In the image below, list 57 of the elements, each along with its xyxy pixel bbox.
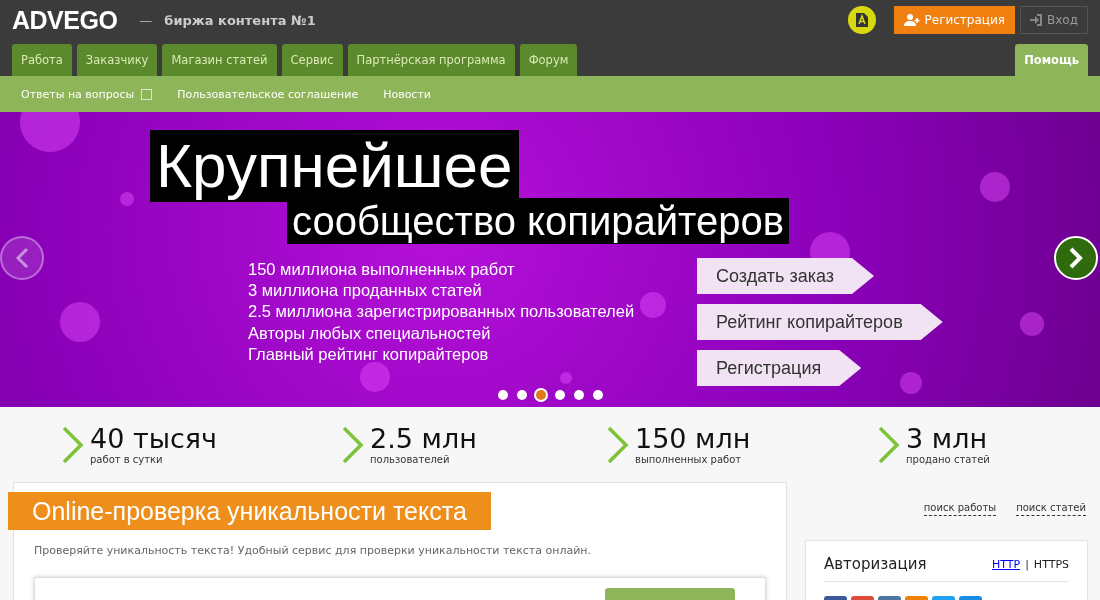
auth-title: Авторизация xyxy=(824,555,928,573)
dash: — xyxy=(139,12,153,28)
slide-dot[interactable] xyxy=(593,390,603,400)
chevron-left-icon xyxy=(14,247,30,269)
logo[interactable]: ADVEGO xyxy=(12,5,118,35)
banner-button[interactable]: Регистрация xyxy=(697,350,862,386)
checker-title: Online-проверка уникальности текста xyxy=(8,492,491,530)
chevron-icon xyxy=(342,425,364,464)
subnav-link[interactable]: Ответы на вопросы xyxy=(21,87,135,101)
chevron-icon xyxy=(607,425,629,464)
search-link[interactable]: поиск работы xyxy=(923,502,997,516)
banner-subtitle: сообщество копирайтеров xyxy=(287,198,789,244)
nav-tab[interactable]: Магазин статей xyxy=(162,44,277,76)
stat-value: 150 млн xyxy=(635,424,751,454)
checker-description: Проверяйте уникальность текста! Удобный сервис для проверки уникальности текста онлайн. xyxy=(34,544,592,557)
stat-value: 3 млн xyxy=(906,424,989,454)
stat-caption: выполненных работ xyxy=(635,454,743,465)
banner-button[interactable]: Создать заказ xyxy=(697,258,874,294)
nav-tab[interactable]: Форум xyxy=(519,44,578,76)
http-link[interactable]: HTTP xyxy=(992,557,1021,571)
register-button[interactable]: Регистрация xyxy=(893,6,1015,34)
next-arrow-button[interactable] xyxy=(1054,236,1098,280)
slide-dot[interactable] xyxy=(574,390,584,400)
stat-caption: работ в сутки xyxy=(90,454,164,465)
nav-tab[interactable]: Сервис xyxy=(281,44,343,76)
stat-caption: продано статей xyxy=(906,454,990,465)
banner-fact: 3 миллиона проданных статей xyxy=(248,280,483,302)
nav-tab[interactable]: Помощь xyxy=(1015,44,1088,76)
tagline: биржа контента №1 xyxy=(164,12,316,28)
slide-dot[interactable] xyxy=(498,390,508,400)
chevron-icon xyxy=(878,425,900,464)
banner-fact: 2.5 миллиона зарегистрированных пользователей xyxy=(248,301,635,323)
add-user-icon xyxy=(903,14,920,26)
login-button[interactable]: Вход xyxy=(1020,6,1088,34)
https-label: HTTPS xyxy=(1033,557,1069,571)
subnav-link[interactable]: Новости xyxy=(383,87,431,101)
slide-dot[interactable] xyxy=(555,390,565,400)
document-icon[interactable] xyxy=(847,6,876,34)
stat-value: 2.5 млн xyxy=(370,424,477,454)
nav-tab[interactable]: Работа xyxy=(12,44,72,76)
chevron-right-icon xyxy=(1068,247,1084,269)
stat-value: 40 тысяч xyxy=(90,424,218,454)
chevron-icon xyxy=(62,425,84,464)
banner-fact: Главный рейтинг копирайтеров xyxy=(248,343,490,365)
slide-dot[interactable] xyxy=(517,390,527,400)
separator: | xyxy=(1025,557,1029,571)
stat-caption: пользователей xyxy=(370,454,451,465)
slide-dot[interactable] xyxy=(536,390,546,400)
banner-fact: Авторы любых специальностей xyxy=(248,322,492,344)
subnav-link[interactable]: Пользовательское соглашение xyxy=(177,87,359,101)
sign-in-icon xyxy=(1030,14,1042,26)
previous-arrow-button[interactable] xyxy=(0,236,44,280)
search-link[interactable]: поиск статей xyxy=(1016,502,1086,516)
nav-tab[interactable]: Партнёрская программа xyxy=(347,44,515,76)
banner-button[interactable]: Рейтинг копирайтеров xyxy=(697,304,943,340)
banner-fact: 150 миллиона выполненных работ xyxy=(248,259,516,280)
nav-tab[interactable]: Заказчику xyxy=(76,44,158,76)
